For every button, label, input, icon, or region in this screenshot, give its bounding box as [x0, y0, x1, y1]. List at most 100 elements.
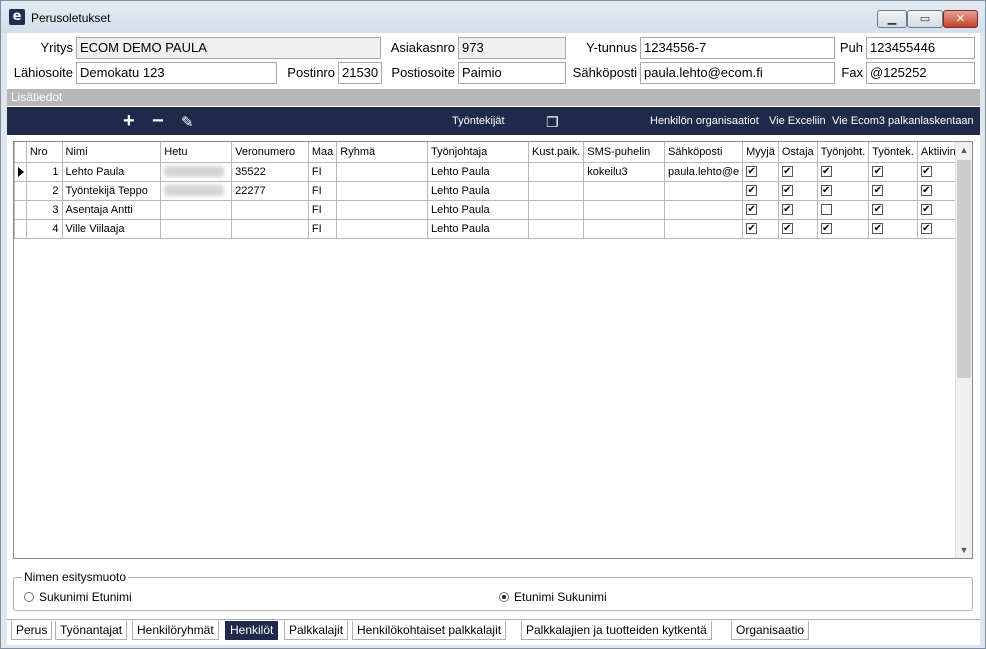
header-sms[interactable]: SMS-puhelin: [583, 142, 665, 163]
header-ryhma[interactable]: Ryhmä: [336, 142, 428, 163]
table-row[interactable]: 4 Ville Viilaaja FI Lehto Paula ✔ ✔ ✔ ✔ ✔: [14, 218, 972, 239]
ryhma-cell[interactable]: [336, 161, 428, 182]
header-hetu[interactable]: Hetu: [160, 142, 233, 163]
tyonjohtaja-cell[interactable]: Lehto Paula: [426, 199, 529, 220]
scroll-thumb[interactable]: [957, 160, 971, 378]
maa-cell[interactable]: FI: [307, 218, 338, 239]
tyontek-checkbox-cell[interactable]: ✔: [868, 199, 918, 220]
radio-etunimi-sukunimi[interactable]: Etunimi Sukunimi: [499, 590, 607, 604]
header-tyonjohtaja[interactable]: Työnjohtaja: [426, 142, 529, 163]
broom-icon[interactable]: ✎: [181, 113, 194, 133]
tyontek-checkbox[interactable]: ✔: [872, 204, 884, 216]
ostaja-checkbox[interactable]: ✔: [781, 223, 793, 235]
tab-4[interactable]: Palkkalajit: [284, 621, 349, 640]
employees-grid[interactable]: Nro Nimi Hetu Veronumero Maa Ryhmä Työnj…: [13, 141, 973, 559]
email-cell[interactable]: [663, 199, 744, 220]
tyonjohtaja-cell[interactable]: Lehto Paula: [426, 218, 529, 239]
myyja-checkbox-cell[interactable]: ✔: [742, 199, 779, 220]
tyontek-checkbox[interactable]: ✔: [872, 185, 884, 197]
nro-cell[interactable]: 4: [25, 218, 63, 239]
tab-1[interactable]: Työnantajat: [55, 621, 128, 640]
remove-icon[interactable]: −: [152, 111, 164, 131]
tab-2[interactable]: Henkilöryhmät: [132, 621, 219, 640]
tyonjoht-checkbox[interactable]: ✔: [820, 223, 832, 235]
email-cell[interactable]: [663, 218, 744, 239]
nro-cell[interactable]: 2: [25, 180, 63, 201]
nimi-cell[interactable]: Asentaja Antti: [61, 199, 162, 220]
email-cell[interactable]: [663, 180, 744, 201]
yritys-field[interactable]: ECOM DEMO PAULA: [76, 37, 381, 59]
kustpaik-cell[interactable]: [527, 199, 585, 220]
add-icon[interactable]: +: [123, 111, 135, 131]
ostaja-checkbox[interactable]: ✔: [781, 166, 793, 178]
ostaja-checkbox-cell[interactable]: ✔: [777, 180, 818, 201]
header-tyontek[interactable]: Työntek.: [868, 142, 918, 163]
veronumero-cell[interactable]: [231, 199, 309, 220]
radio-circle-icon[interactable]: [499, 592, 509, 602]
radio-circle-icon[interactable]: [24, 592, 34, 602]
grid-vertical-scrollbar[interactable]: ▲ ▼: [955, 142, 972, 558]
asiakasnro-field[interactable]: 973: [458, 37, 566, 59]
header-maa[interactable]: Maa: [307, 142, 338, 163]
tyontek-checkbox-cell[interactable]: ✔: [868, 218, 918, 239]
title-bar[interactable]: e Perusoletukset ▁ ▭ ✕: [1, 1, 985, 33]
myyja-checkbox-cell[interactable]: ✔: [742, 161, 779, 182]
header-nro[interactable]: Nro: [25, 142, 63, 163]
maa-cell[interactable]: FI: [307, 161, 338, 182]
myyja-checkbox[interactable]: ✔: [746, 185, 758, 197]
ostaja-checkbox-cell[interactable]: ✔: [777, 161, 818, 182]
tyontekijat-button[interactable]: Työntekijät: [452, 115, 505, 127]
header-ostaja[interactable]: Ostaja: [777, 142, 818, 163]
email-cell[interactable]: paula.lehto@e: [663, 161, 744, 182]
sms-cell[interactable]: [583, 199, 665, 220]
radio-sukunimi-etunimi[interactable]: Sukunimi Etunimi: [24, 590, 132, 604]
kustpaik-cell[interactable]: [527, 180, 585, 201]
myyja-checkbox[interactable]: ✔: [746, 204, 758, 216]
header-tyonjoht[interactable]: Työnjoht.: [816, 142, 870, 163]
header-myyja[interactable]: Myyjä: [742, 142, 779, 163]
sms-cell[interactable]: kokeilu3: [583, 161, 665, 182]
tyontek-checkbox-cell[interactable]: ✔: [868, 180, 918, 201]
header-nimi[interactable]: Nimi: [61, 142, 162, 163]
kustpaik-cell[interactable]: [527, 161, 585, 182]
header-sahkoposti[interactable]: Sähköposti: [663, 142, 744, 163]
fax-field[interactable]: @125252: [866, 62, 975, 84]
sahkoposti-field[interactable]: paula.lehto@ecom.fi: [640, 62, 835, 84]
ryhma-cell[interactable]: [336, 180, 428, 201]
header-veronumero[interactable]: Veronumero: [231, 142, 309, 163]
hetu-cell[interactable]: [160, 161, 233, 182]
tyonjoht-checkbox[interactable]: ✔: [820, 166, 832, 178]
close-button[interactable]: ✕: [943, 10, 978, 28]
window-icon[interactable]: ❐: [546, 112, 559, 132]
header-kustpaik[interactable]: Kust.paik.: [527, 142, 585, 163]
tab-7[interactable]: Organisaatio: [731, 621, 810, 640]
sms-cell[interactable]: [583, 218, 665, 239]
nro-cell[interactable]: 3: [25, 199, 63, 220]
ryhma-cell[interactable]: [336, 199, 428, 220]
veronumero-cell[interactable]: 22277: [231, 180, 309, 201]
ostaja-checkbox[interactable]: ✔: [781, 204, 793, 216]
nro-cell[interactable]: 1: [25, 161, 63, 182]
veronumero-cell[interactable]: 35522: [231, 161, 309, 182]
tab-5[interactable]: Henkilökohtaiset palkkalajit: [352, 621, 507, 640]
ryhma-cell[interactable]: [336, 218, 428, 239]
henkilon-organisaatiot-button[interactable]: Henkilön organisaatiot: [650, 115, 759, 127]
tab-0[interactable]: Perus: [11, 621, 53, 640]
postiosoite-field[interactable]: Paimio: [458, 62, 566, 84]
ostaja-checkbox-cell[interactable]: ✔: [777, 218, 818, 239]
tyonjoht-checkbox-cell[interactable]: ✔: [816, 218, 870, 239]
tyonjohtaja-cell[interactable]: Lehto Paula: [426, 180, 529, 201]
kustpaik-cell[interactable]: [527, 218, 585, 239]
hetu-cell[interactable]: [160, 180, 233, 201]
tab-3[interactable]: Henkilöt: [225, 621, 279, 640]
ostaja-checkbox[interactable]: ✔: [781, 185, 793, 197]
tyontek-checkbox[interactable]: ✔: [872, 166, 884, 178]
hetu-cell[interactable]: [160, 218, 233, 239]
nimi-cell[interactable]: Lehto Paula: [61, 161, 162, 182]
tyontek-checkbox-cell[interactable]: ✔: [868, 161, 918, 182]
maa-cell[interactable]: FI: [307, 180, 338, 201]
aktiivinen-checkbox[interactable]: ✔: [920, 223, 932, 235]
hetu-cell[interactable]: [160, 199, 233, 220]
myyja-checkbox-cell[interactable]: ✔: [742, 218, 779, 239]
tyonjoht-checkbox[interactable]: ✔: [820, 185, 832, 197]
